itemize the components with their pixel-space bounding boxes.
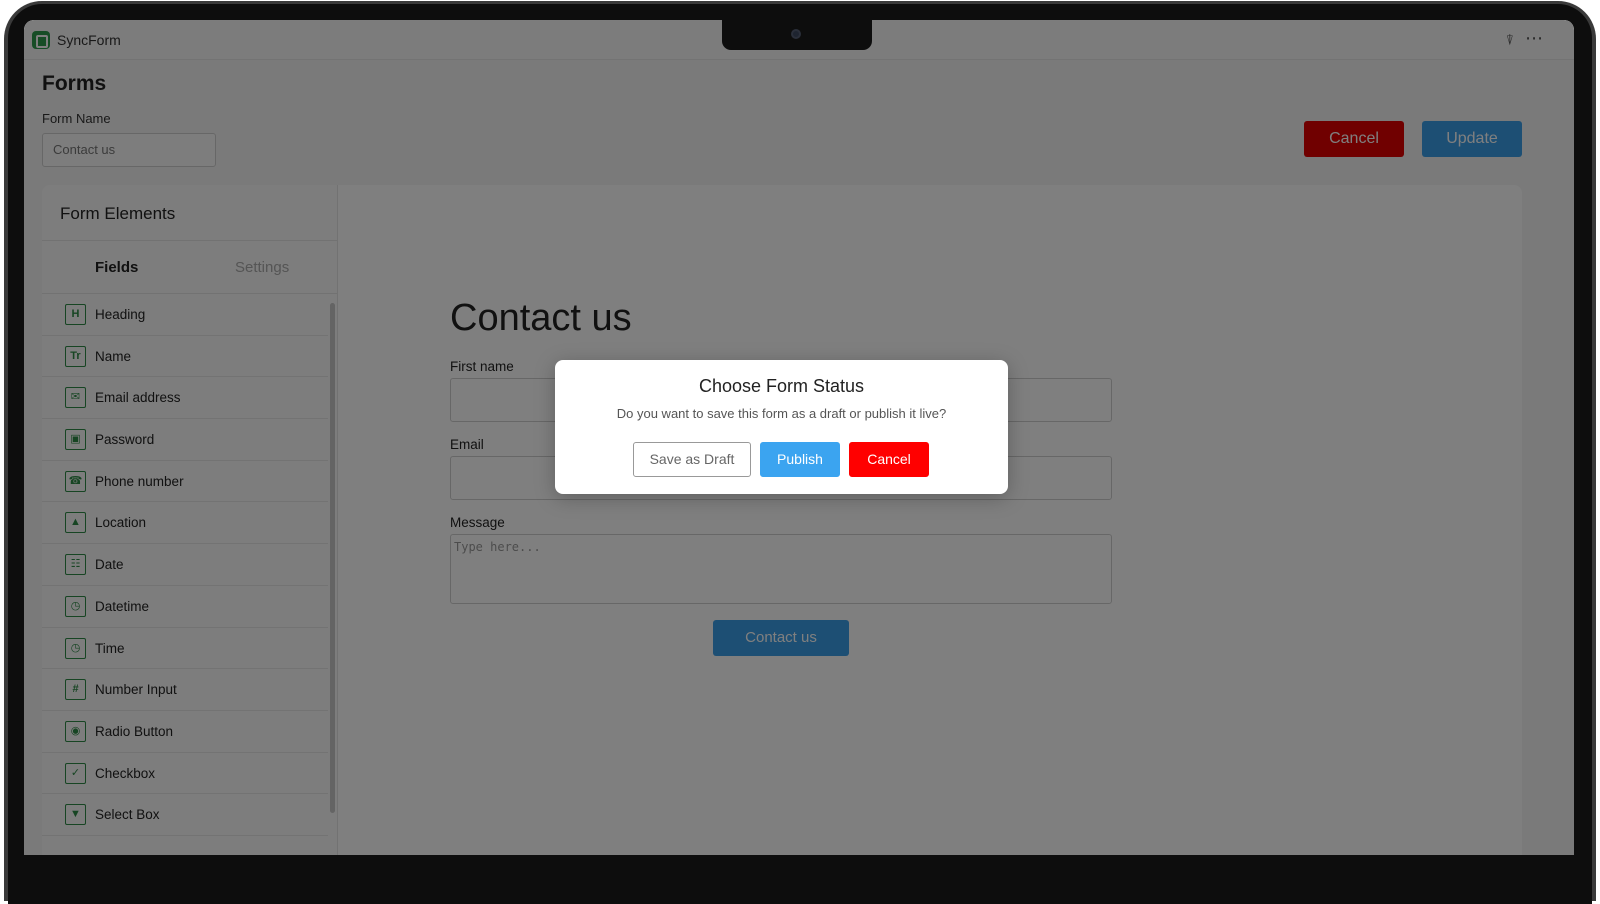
camera-icon (791, 29, 801, 39)
app-window: SyncForm ⍒ ⋯ Forms Form Name Contact us … (24, 20, 1574, 855)
camera-notch (722, 20, 872, 50)
dialog-cancel-button[interactable]: Cancel (849, 442, 929, 477)
save-as-draft-button[interactable]: Save as Draft (633, 442, 751, 477)
publish-button[interactable]: Publish (760, 442, 840, 477)
dialog-title: Choose Form Status (698, 376, 865, 396)
form-status-dialog: Choose Form Status Do you want to save t… (555, 360, 1008, 494)
dialog-message: Do you want to save this form as a draft… (616, 406, 947, 421)
